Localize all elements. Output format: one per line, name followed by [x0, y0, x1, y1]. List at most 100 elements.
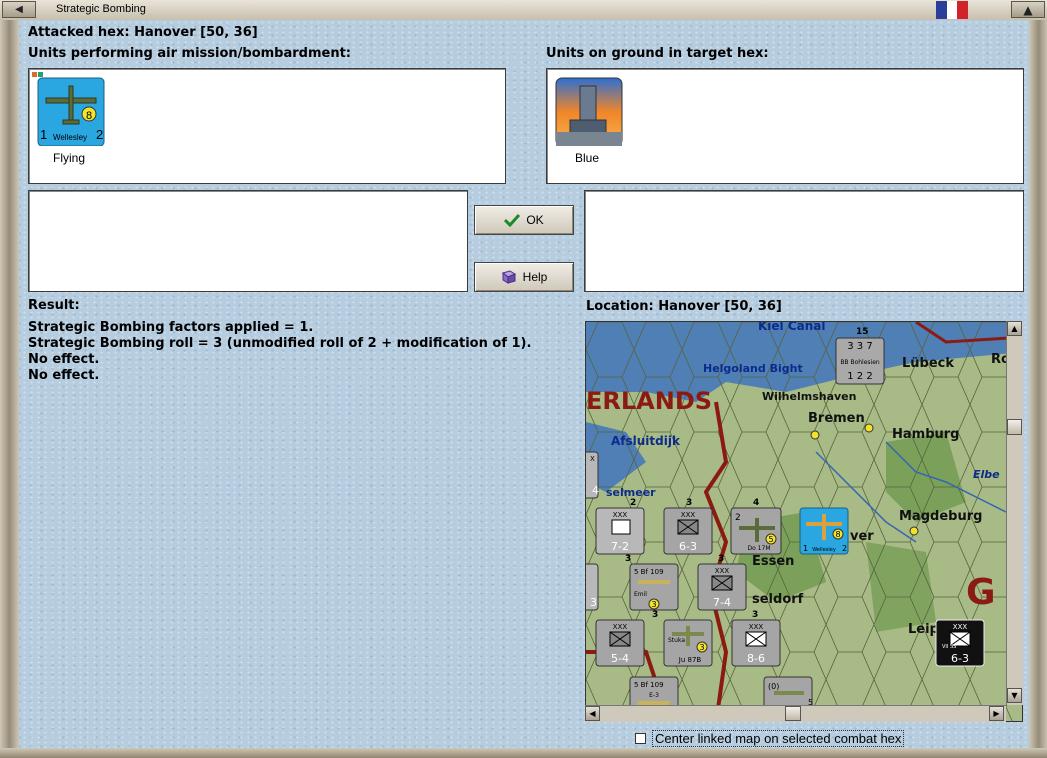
ground-details-panel	[584, 190, 1024, 292]
right-value: 2	[96, 127, 103, 142]
ground-unit-caption: Blue	[574, 151, 600, 165]
counter-mid: E-3	[649, 692, 659, 699]
map-horizontal-scrollbar[interactable]: ◀ ▶	[585, 705, 1006, 722]
result-line: Strategic Bombing roll = 3 (unmodified r…	[28, 336, 532, 351]
map-label: seldorf	[752, 592, 804, 607]
counter-strength: 3	[651, 600, 656, 609]
unit-name: Wellesley	[53, 133, 87, 142]
help-book-icon	[501, 270, 516, 284]
counter-mid: Do 17M	[747, 545, 770, 552]
map-label: G	[966, 572, 996, 613]
counter-top: 5 Bf 109	[634, 681, 664, 689]
counter-value: 8-6	[747, 652, 765, 665]
map-label: Afsluitdijk	[611, 434, 681, 448]
stack-count: 3	[686, 498, 692, 508]
counter-top: XXX	[613, 623, 628, 631]
factory-target-icon	[555, 77, 623, 147]
counter-top: 5 Bf 109	[634, 568, 664, 576]
air-unit-caption: Flying	[52, 151, 85, 165]
center-map-checkbox[interactable]	[635, 733, 646, 744]
result-line: No effect.	[28, 368, 100, 383]
left-border	[0, 20, 19, 758]
map-counter[interactable]: X 4	[586, 451, 599, 499]
counter-mid: Emil	[634, 591, 647, 598]
counter-top: XXX	[749, 623, 764, 631]
ground-units-label: Units on ground in target hex:	[546, 46, 769, 61]
counter-bottom: 1 2 2	[847, 371, 872, 382]
ok-button[interactable]: OK	[474, 205, 574, 235]
bottom-border	[0, 748, 1047, 758]
result-line: No effect.	[28, 352, 100, 367]
stack-count: 3	[652, 610, 658, 620]
scroll-left-arrow[interactable]: ◀	[585, 706, 600, 721]
map-label: Leip	[908, 622, 939, 637]
counter-left: 1	[803, 544, 808, 553]
counter-top: XXX	[613, 511, 628, 519]
map-label: Helgoland Bight	[703, 362, 803, 375]
close-button[interactable]: ▲	[1011, 1, 1045, 18]
counter-side: VII SS	[942, 644, 956, 650]
right-border	[1029, 20, 1047, 758]
map-label: Essen	[752, 554, 794, 569]
map-label: Wilhelmshaven	[762, 390, 856, 403]
stack-count: 3	[625, 554, 631, 564]
stack-count: 15	[856, 327, 869, 337]
help-button[interactable]: Help	[474, 262, 574, 292]
counter-value: 6-3	[679, 540, 697, 553]
counter-mid: Wellesley	[812, 547, 836, 553]
counter-mid: Ju 87B	[678, 656, 702, 664]
counter-top: XXX	[953, 623, 968, 631]
close-icon: ▲	[1023, 2, 1033, 17]
result-text: Strategic Bombing factors applied = 1. S…	[28, 320, 531, 384]
ground-unit-blue[interactable]: Blue	[550, 72, 624, 165]
nation-flag-icon	[936, 1, 969, 19]
counter-strength: 8	[835, 530, 840, 539]
center-map-label: Center linked map on selected combat hex	[652, 730, 905, 747]
checkmark-icon	[504, 213, 521, 227]
stack-count: 3	[752, 610, 758, 620]
air-details-panel	[28, 190, 468, 292]
scroll-down-arrow[interactable]: ▼	[1007, 688, 1022, 703]
map-label: ERLANDS	[586, 387, 712, 415]
counter-value: 3	[590, 596, 597, 609]
stack-count: 3	[718, 554, 724, 564]
map-label: Kiel Canal	[758, 322, 826, 333]
counter-strength: 5	[768, 535, 773, 544]
scroll-thumb[interactable]	[785, 706, 801, 721]
map-counter[interactable]: XXX 5-4	[595, 619, 645, 667]
scroll-right-arrow[interactable]: ▶	[989, 706, 1004, 721]
counter-value: 6-3	[951, 652, 969, 665]
result-label: Result:	[28, 298, 80, 313]
air-unit-wellesley[interactable]: 8 1 2 Wellesley Flying	[32, 72, 106, 165]
map-counter[interactable]: 3	[586, 563, 599, 611]
attacked-hex-label: Attacked hex: Hanover [50, 36]	[28, 25, 258, 40]
map-counter-selected[interactable]: 8 1 Wellesley 2	[799, 507, 849, 555]
counter-value: 7-2	[611, 540, 629, 553]
counter-value: 4	[592, 484, 599, 497]
counter-mid: BB Bohlesien	[840, 359, 880, 366]
air-units-panel: 8 1 2 Wellesley Flying	[28, 68, 506, 184]
system-menu-button[interactable]: ◀	[2, 1, 36, 18]
counter-top: X	[590, 455, 595, 463]
counter-value: 5-4	[611, 652, 629, 665]
ok-label: OK	[526, 213, 544, 227]
window-title: Strategic Bombing	[56, 3, 146, 15]
counter-top: XXX	[681, 511, 696, 519]
counter-top: XXX	[715, 567, 730, 575]
help-label: Help	[522, 270, 548, 284]
counter-value: 7-4	[713, 596, 731, 609]
map-counter[interactable]: XXX 6-3 VII SS	[935, 619, 985, 667]
map-label: Hamburg	[892, 427, 959, 442]
ground-units-panel: Blue	[546, 68, 1024, 184]
center-map-option[interactable]: Center linked map on selected combat hex	[635, 730, 905, 747]
map-label: ver	[850, 529, 874, 544]
scroll-up-arrow[interactable]: ▲	[1007, 321, 1022, 336]
counter-top: (0)	[768, 682, 779, 691]
map-label: Lübeck	[902, 356, 954, 371]
location-map[interactable]: Kiel Canal Helgoland Bight Lübeck Rosto …	[585, 321, 1023, 722]
scroll-thumb[interactable]	[1007, 419, 1022, 435]
map-vertical-scrollbar[interactable]: ▲ ▼	[1006, 321, 1023, 705]
air-units-label: Units performing air mission/bombardment…	[28, 46, 352, 61]
left-value: 1	[40, 127, 47, 142]
restore-icon: ◀	[15, 4, 23, 15]
